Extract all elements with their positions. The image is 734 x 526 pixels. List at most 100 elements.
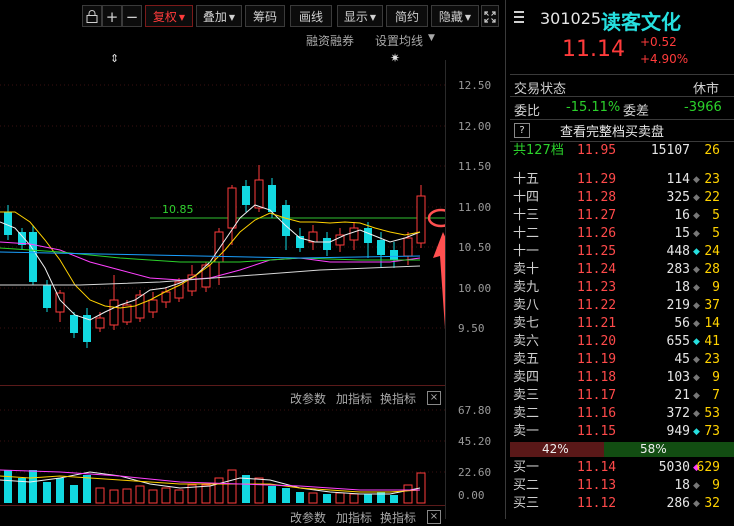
buy-ratio-label: 42% bbox=[542, 442, 569, 456]
zoom-in-button[interactable]: + bbox=[102, 5, 122, 27]
volume-bar bbox=[174, 489, 184, 504]
level-volume: 21 bbox=[674, 388, 690, 403]
commission-diff-value: -3966 bbox=[684, 100, 722, 115]
level-label: 卖七 bbox=[513, 316, 540, 331]
arrow-annotation bbox=[427, 208, 445, 329]
chevron-down-icon: ▼ bbox=[228, 13, 236, 22]
price-tick: 10.00 bbox=[458, 282, 492, 295]
bid-row[interactable]: 买一 11.14 5030 ◆ 629 bbox=[513, 459, 726, 477]
level-marker-icon: ◆ bbox=[693, 265, 700, 275]
level-price: 11.16 bbox=[577, 406, 617, 421]
level-volume: 283 bbox=[666, 262, 690, 277]
level-count: 7 bbox=[712, 388, 720, 403]
candle-body bbox=[214, 231, 224, 263]
restore-adj-label: 复权 bbox=[152, 10, 177, 24]
divider bbox=[510, 119, 734, 120]
ask-row[interactable]: 十二 11.26 15 ◆ 5 bbox=[513, 225, 726, 243]
zoom-out-button[interactable]: − bbox=[122, 5, 142, 27]
bottom-edit-params-link[interactable]: 改参数 bbox=[290, 509, 326, 526]
level-count: 629 bbox=[696, 460, 720, 475]
level-marker-icon: ◆ bbox=[693, 373, 700, 383]
set-ma-chevron-icon[interactable]: ▼ bbox=[428, 33, 435, 43]
fullscreen-button[interactable] bbox=[481, 5, 499, 27]
volume-chart[interactable] bbox=[0, 405, 445, 505]
level-price: 11.24 bbox=[577, 262, 617, 277]
level-marker-icon: ◆ bbox=[693, 337, 700, 347]
ask-row[interactable]: 十四 11.28 325 ◆ 22 bbox=[513, 189, 726, 207]
level-price: 11.15 bbox=[577, 424, 617, 439]
draw-line-button[interactable]: 画线 bbox=[290, 5, 332, 27]
volume-bar bbox=[83, 475, 91, 503]
candle-body bbox=[416, 195, 426, 244]
total-row: 共127档 11.95 15107 26 bbox=[513, 142, 726, 160]
simple-label: 简约 bbox=[394, 10, 419, 24]
level-count: 23 bbox=[704, 352, 720, 367]
kline-chart[interactable]: 10.85 bbox=[0, 60, 445, 380]
help-button[interactable]: ? bbox=[514, 123, 530, 138]
volume-bar bbox=[161, 487, 171, 504]
level-volume: 16 bbox=[674, 208, 690, 223]
chips-button[interactable]: 筹码 bbox=[245, 5, 285, 27]
level-price: 11.22 bbox=[577, 298, 617, 313]
ask-row[interactable]: 卖九 11.23 18 ◆ 9 bbox=[513, 279, 726, 297]
ask-row[interactable]: 十五 11.29 114 ◆ 23 bbox=[513, 171, 726, 189]
bid-row[interactable]: 买二 11.13 18 ◆ 9 bbox=[513, 477, 726, 495]
display-dropdown[interactable]: 显示 ▼ bbox=[337, 5, 383, 27]
vol-close-button[interactable]: × bbox=[427, 391, 441, 405]
level-count: 23 bbox=[704, 172, 720, 187]
level-volume: 18 bbox=[674, 280, 690, 295]
ask-row[interactable]: 卖三 11.17 21 ◆ 7 bbox=[513, 387, 726, 405]
volume-bar bbox=[56, 478, 64, 503]
overlay-dropdown[interactable]: 叠加 ▼ bbox=[196, 5, 242, 27]
ask-row[interactable]: 卖十 11.24 283 ◆ 28 bbox=[513, 261, 726, 279]
volume-bar bbox=[109, 489, 119, 504]
volume-bar bbox=[308, 492, 318, 504]
level-volume: 45 bbox=[674, 352, 690, 367]
level-price: 11.25 bbox=[577, 244, 617, 259]
ask-row[interactable]: 十三 11.27 16 ◆ 5 bbox=[513, 207, 726, 225]
full-book-link[interactable]: 查看完整档买卖盘 bbox=[560, 121, 664, 140]
hide-dropdown[interactable]: 隐藏 ▼ bbox=[431, 5, 479, 27]
ask-row[interactable]: 卖二 11.16 372 ◆ 53 bbox=[513, 405, 726, 423]
chevron-down-icon: ▼ bbox=[178, 13, 186, 22]
volume-bar bbox=[335, 492, 345, 504]
ask-row[interactable]: 十一 11.25 448 ◆ 24 bbox=[513, 243, 726, 261]
ask-row[interactable]: 卖八 11.22 219 ◆ 37 bbox=[513, 297, 726, 315]
close-icon: × bbox=[429, 511, 439, 522]
ask-row[interactable]: 卖五 11.19 45 ◆ 23 bbox=[513, 351, 726, 369]
candle-body bbox=[403, 237, 413, 257]
level-price: 11.28 bbox=[577, 190, 617, 205]
overlay-label: 叠加 bbox=[202, 10, 227, 24]
level-marker-icon: ◆ bbox=[693, 499, 700, 509]
stock-name: 读客文化 bbox=[601, 10, 681, 34]
level-marker-icon: ◆ bbox=[693, 193, 700, 203]
chevron-down-icon: ▼ bbox=[464, 13, 472, 22]
level-count: 32 bbox=[704, 496, 720, 511]
level-price: 11.21 bbox=[577, 316, 617, 331]
volume-bar bbox=[95, 487, 105, 504]
bottom-add-indicator-link[interactable]: 加指标 bbox=[336, 509, 372, 526]
restore-adj-dropdown[interactable]: 复权 ▼ bbox=[145, 5, 193, 27]
menu-icon[interactable] bbox=[514, 11, 524, 23]
set-ma-link[interactable]: 设置均线 bbox=[375, 32, 423, 49]
level-count: 5 bbox=[712, 226, 720, 241]
lock-button[interactable] bbox=[82, 5, 102, 27]
ask-row[interactable]: 卖七 11.21 56 ◆ 14 bbox=[513, 315, 726, 333]
annotation-label: 10.85 bbox=[162, 203, 194, 216]
volume-bar bbox=[282, 488, 290, 503]
bottom-switch-indicator-link[interactable]: 换指标 bbox=[380, 509, 416, 526]
simple-button[interactable]: 简约 bbox=[386, 5, 428, 27]
hide-label: 隐藏 bbox=[438, 10, 463, 24]
margin-trading-link[interactable]: 融资融券 bbox=[306, 32, 354, 49]
commission-ratio-label: 委比 bbox=[514, 104, 541, 119]
ask-row[interactable]: 卖一 11.15 949 ◆ 73 bbox=[513, 423, 726, 441]
vol-grid bbox=[0, 409, 445, 473]
vol-tick: 0.00 bbox=[458, 489, 485, 502]
bottom-close-button[interactable]: × bbox=[427, 510, 441, 524]
ask-row[interactable]: 卖四 11.18 103 ◆ 9 bbox=[513, 369, 726, 387]
commission-ratio-value: -15.11% bbox=[566, 100, 621, 115]
ask-row[interactable]: 卖六 11.20 655 ◆ 41 bbox=[513, 333, 726, 351]
bid-row[interactable]: 买三 11.12 286 ◆ 32 bbox=[513, 495, 726, 513]
level-label: 十三 bbox=[513, 208, 540, 223]
volume-bar bbox=[227, 469, 237, 504]
